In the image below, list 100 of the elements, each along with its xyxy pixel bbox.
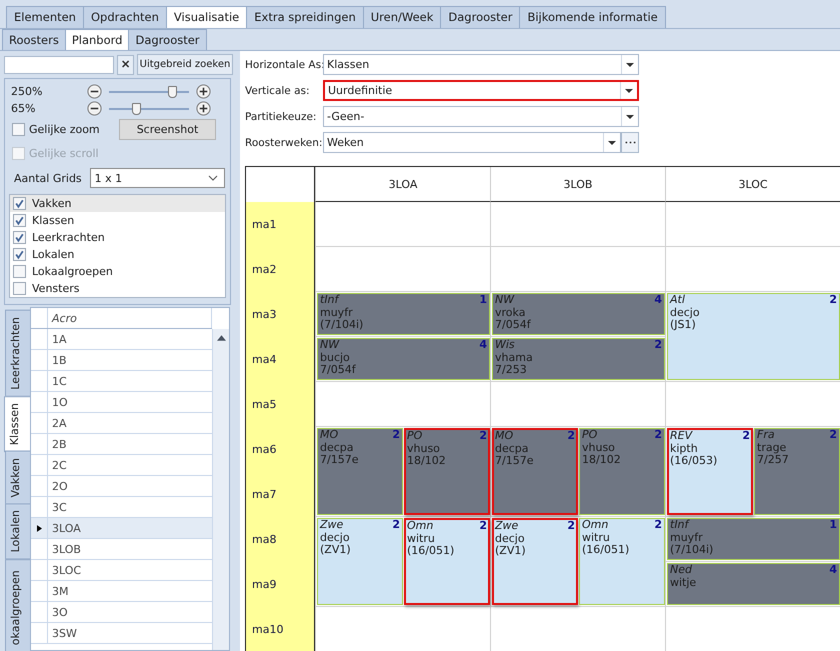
lesson-teacher: decjo xyxy=(670,306,701,319)
tab[interactable]: Visualisatie xyxy=(166,6,248,28)
dropdown-field[interactable]: -Geen- xyxy=(323,106,639,127)
dropdown-field[interactable]: Weken xyxy=(323,132,621,153)
table-cell[interactable]: 1A xyxy=(48,329,212,349)
table-cell[interactable]: 2A xyxy=(48,413,212,433)
board-cell[interactable]: Zwe 2 decjo (ZV1) Omn 2 witru (16/051) xyxy=(315,517,490,607)
search-field[interactable] xyxy=(4,56,114,74)
zoom-slider[interactable] xyxy=(109,102,189,116)
screenshot-button[interactable]: Screenshot xyxy=(119,118,216,140)
tab[interactable]: Opdrachten xyxy=(82,6,167,28)
lesson-subject: PO xyxy=(582,429,598,442)
table-cell[interactable]: 3C xyxy=(48,497,212,517)
lesson-card[interactable]: Zwe 2 decjo (ZV1) xyxy=(317,518,403,605)
table-cell[interactable]: 1C xyxy=(48,371,212,391)
list-item[interactable]: Lokaalgroepen xyxy=(10,263,225,280)
checkbox[interactable] xyxy=(13,248,26,261)
tab[interactable]: Bijkomende informatie xyxy=(519,6,666,28)
checkbox[interactable] xyxy=(13,265,26,278)
tab[interactable]: Extra spreidingen xyxy=(246,6,364,28)
side-tab[interactable]: Lokalen xyxy=(5,503,31,560)
list-item[interactable]: Leerkrachten xyxy=(10,229,225,246)
clear-button[interactable]: ✕ xyxy=(117,54,134,74)
lesson-room: 18/102 xyxy=(407,455,447,468)
tab[interactable]: Dagrooster xyxy=(440,6,520,28)
table-cell[interactable]: 3M xyxy=(48,581,212,601)
lesson-room: (JS1) xyxy=(670,319,696,332)
grids-dropdown[interactable]: 1 x 1 xyxy=(90,168,225,188)
checkbox[interactable] xyxy=(13,214,26,227)
lesson-room: (ZV1) xyxy=(320,544,352,556)
table-cell[interactable]: 2O xyxy=(48,476,212,496)
board-cell[interactable] xyxy=(665,382,840,427)
board-cell[interactable] xyxy=(490,247,665,292)
board-cell[interactable] xyxy=(490,382,665,427)
table-cell[interactable]: 3LOB xyxy=(48,539,212,559)
checkbox[interactable] xyxy=(12,122,25,136)
board-cell[interactable]: MO 2 decpa 7/157e PO 2 vhuso 18/102 xyxy=(315,427,490,517)
slider-thumb[interactable] xyxy=(168,86,177,98)
lesson-card[interactable]: REV 2 kipth (16/053) xyxy=(667,428,753,515)
checkbox[interactable] xyxy=(13,197,26,210)
table-cell[interactable]: 2B xyxy=(48,434,212,454)
list-item[interactable]: Klassen xyxy=(10,212,225,229)
tab[interactable]: Planbord xyxy=(64,29,130,50)
board-cell[interactable] xyxy=(665,247,840,292)
board-cell[interactable]: REV 2 kipth (16/053) Fra 2 trage 7/257 xyxy=(665,427,840,517)
board-cell[interactable] xyxy=(665,202,840,247)
side-tab[interactable]: Vakken xyxy=(5,450,31,504)
dropdown-field[interactable]: Klassen xyxy=(323,54,639,75)
lesson-card[interactable]: MO 2 decpa 7/157e xyxy=(317,428,403,515)
lesson-card[interactable]: Fra 2 trage 7/257 xyxy=(754,428,840,515)
board-cell[interactable] xyxy=(315,382,490,427)
zoom-out-icon[interactable] xyxy=(87,84,102,99)
lesson-card[interactable]: PO 2 vhuso 18/102 xyxy=(404,428,490,515)
list-item[interactable]: Vensters xyxy=(10,280,225,297)
dropdown-field[interactable]: Uurdefinitie xyxy=(323,80,639,101)
scroll-up-icon[interactable] xyxy=(216,335,226,341)
lesson-count: 1 xyxy=(829,519,837,532)
zoom-out-icon[interactable] xyxy=(87,101,102,116)
tab[interactable]: Roosters xyxy=(2,29,66,50)
lesson-card[interactable]: PO 2 vhuso 18/102 xyxy=(579,428,665,515)
side-tab[interactable]: okaalgroepen xyxy=(5,558,31,651)
board-cell[interactable]: Zwe 2 decjo (ZV1) Omn 2 witru (16/051) xyxy=(490,517,665,607)
list-item[interactable]: Lokalen xyxy=(10,246,225,263)
slider-thumb[interactable] xyxy=(132,102,141,114)
checkbox[interactable] xyxy=(13,231,26,244)
list-item[interactable]: Vakken xyxy=(10,195,225,212)
table-cell[interactable]: 2C xyxy=(48,455,212,475)
table-cell[interactable]: 3LOC xyxy=(48,560,212,580)
lesson-count: 2 xyxy=(654,429,662,442)
advanced-search-button[interactable]: Uitgebreid zoeken xyxy=(137,54,233,75)
scrollbar[interactable] xyxy=(212,329,229,650)
table-cell[interactable]: 1O xyxy=(48,392,212,412)
lesson-card[interactable]: Omn 2 witru (16/051) xyxy=(579,518,665,605)
lesson-card[interactable]: Zwe 2 decjo (ZV1) xyxy=(492,518,578,605)
lesson-room: (7/104i) xyxy=(320,319,364,332)
zoom-in-icon[interactable] xyxy=(196,84,211,99)
zoom-in-icon[interactable] xyxy=(196,101,211,116)
board-cell[interactable]: MO 2 decpa 7/157e PO 2 vhuso 18/102 xyxy=(490,427,665,517)
class-column-header: 3LOC xyxy=(665,167,840,202)
board-cell[interactable] xyxy=(315,202,490,247)
column-header[interactable]: Acro xyxy=(48,308,212,328)
table-cell[interactable]: 3SW xyxy=(48,623,212,643)
table-cell[interactable]: 3O xyxy=(48,602,212,622)
lesson-subject: PO xyxy=(407,430,422,442)
tab[interactable]: Elementen xyxy=(6,6,84,28)
table-cell[interactable]: 1B xyxy=(48,350,212,370)
board-cell[interactable] xyxy=(315,247,490,292)
side-tab[interactable]: Leerkrachten xyxy=(5,310,31,397)
zoom-slider[interactable] xyxy=(109,84,189,98)
checkbox[interactable] xyxy=(13,282,26,295)
tab[interactable]: Uren/Week xyxy=(362,6,442,28)
period-label: ma7 xyxy=(246,472,315,517)
tab[interactable]: Dagrooster xyxy=(128,29,207,50)
board-cell[interactable] xyxy=(490,202,665,247)
period-label: ma8 xyxy=(246,517,315,562)
side-tab[interactable]: Klassen xyxy=(4,396,32,452)
lesson-card[interactable]: Omn 2 witru (16/051) xyxy=(404,518,490,605)
lesson-teacher: decpa xyxy=(495,442,530,455)
browse-button[interactable] xyxy=(621,132,639,153)
lesson-card[interactable]: MO 2 decpa 7/157e xyxy=(492,428,578,515)
